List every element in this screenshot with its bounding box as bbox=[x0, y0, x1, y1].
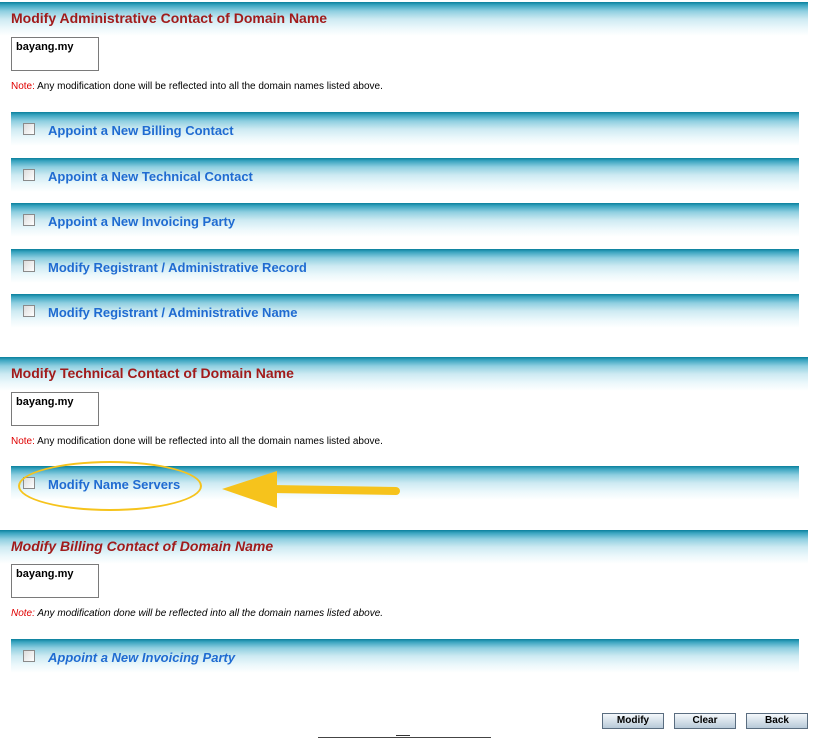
footer-mark bbox=[396, 735, 410, 740]
billing-section-header: Modify Billing Contact of Domain Name bbox=[0, 530, 808, 564]
admin-note: Note: Any modification done will be refl… bbox=[11, 81, 383, 92]
technical-note: Note: Any modification done will be refl… bbox=[11, 436, 383, 447]
admin-section-header: Modify Administrative Contact of Domain … bbox=[0, 2, 808, 36]
highlight-ellipse bbox=[18, 461, 202, 511]
billing-section-title: Modify Billing Contact of Domain Name bbox=[11, 538, 274, 554]
technical-section-header: Modify Technical Contact of Domain Name bbox=[0, 357, 808, 391]
technical-note-label: Note: bbox=[11, 436, 35, 447]
technical-domain-name: bayang.my bbox=[16, 396, 74, 408]
appoint-billing-contact-label[interactable]: Appoint a New Billing Contact bbox=[48, 123, 234, 138]
admin-note-text: Any modification done will be reflected … bbox=[34, 81, 383, 92]
technical-domain-list: bayang.my bbox=[11, 392, 99, 426]
technical-note-text: Any modification done will be reflected … bbox=[34, 436, 383, 447]
billing-appoint-invoicing-party-label[interactable]: Appoint a New Invoicing Party bbox=[48, 650, 235, 665]
billing-note-text: Any modification done will be reflected … bbox=[34, 608, 384, 619]
option-modify-registrant-name[interactable]: Modify Registrant / Administrative Name bbox=[11, 294, 799, 328]
admin-domain-name: bayang.my bbox=[16, 41, 74, 53]
back-button[interactable]: Back bbox=[746, 713, 808, 729]
admin-note-label: Note: bbox=[11, 81, 35, 92]
billing-note-label: Note: bbox=[11, 608, 35, 619]
option-appoint-billing-contact[interactable]: Appoint a New Billing Contact bbox=[11, 112, 799, 146]
billing-domain-name: bayang.my bbox=[16, 568, 74, 580]
modify-registrant-record-checkbox[interactable] bbox=[23, 260, 35, 272]
billing-appoint-invoicing-party-checkbox[interactable] bbox=[23, 650, 35, 662]
option-appoint-technical-contact[interactable]: Appoint a New Technical Contact bbox=[11, 158, 799, 192]
billing-note: Note: Any modification done will be refl… bbox=[11, 608, 383, 619]
modify-button[interactable]: Modify bbox=[602, 713, 664, 729]
clear-button[interactable]: Clear bbox=[674, 713, 736, 729]
appoint-technical-contact-checkbox[interactable] bbox=[23, 169, 35, 181]
option-modify-registrant-record[interactable]: Modify Registrant / Administrative Recor… bbox=[11, 249, 799, 283]
admin-section-title: Modify Administrative Contact of Domain … bbox=[11, 10, 328, 26]
option-appoint-invoicing-party[interactable]: Appoint a New Invoicing Party bbox=[11, 203, 799, 237]
technical-section-title: Modify Technical Contact of Domain Name bbox=[11, 365, 294, 381]
billing-domain-list: bayang.my bbox=[11, 564, 99, 598]
modify-registrant-name-label[interactable]: Modify Registrant / Administrative Name bbox=[48, 305, 297, 320]
appoint-invoicing-party-label[interactable]: Appoint a New Invoicing Party bbox=[48, 214, 235, 229]
appoint-technical-contact-label[interactable]: Appoint a New Technical Contact bbox=[48, 169, 253, 184]
appoint-billing-contact-checkbox[interactable] bbox=[23, 123, 35, 135]
arrow-left-icon bbox=[222, 471, 400, 508]
appoint-invoicing-party-checkbox[interactable] bbox=[23, 214, 35, 226]
admin-domain-list: bayang.my bbox=[11, 37, 99, 71]
modify-registrant-record-label[interactable]: Modify Registrant / Administrative Recor… bbox=[48, 260, 307, 275]
option-billing-appoint-invoicing-party[interactable]: Appoint a New Invoicing Party bbox=[11, 639, 799, 673]
modify-registrant-name-checkbox[interactable] bbox=[23, 305, 35, 317]
